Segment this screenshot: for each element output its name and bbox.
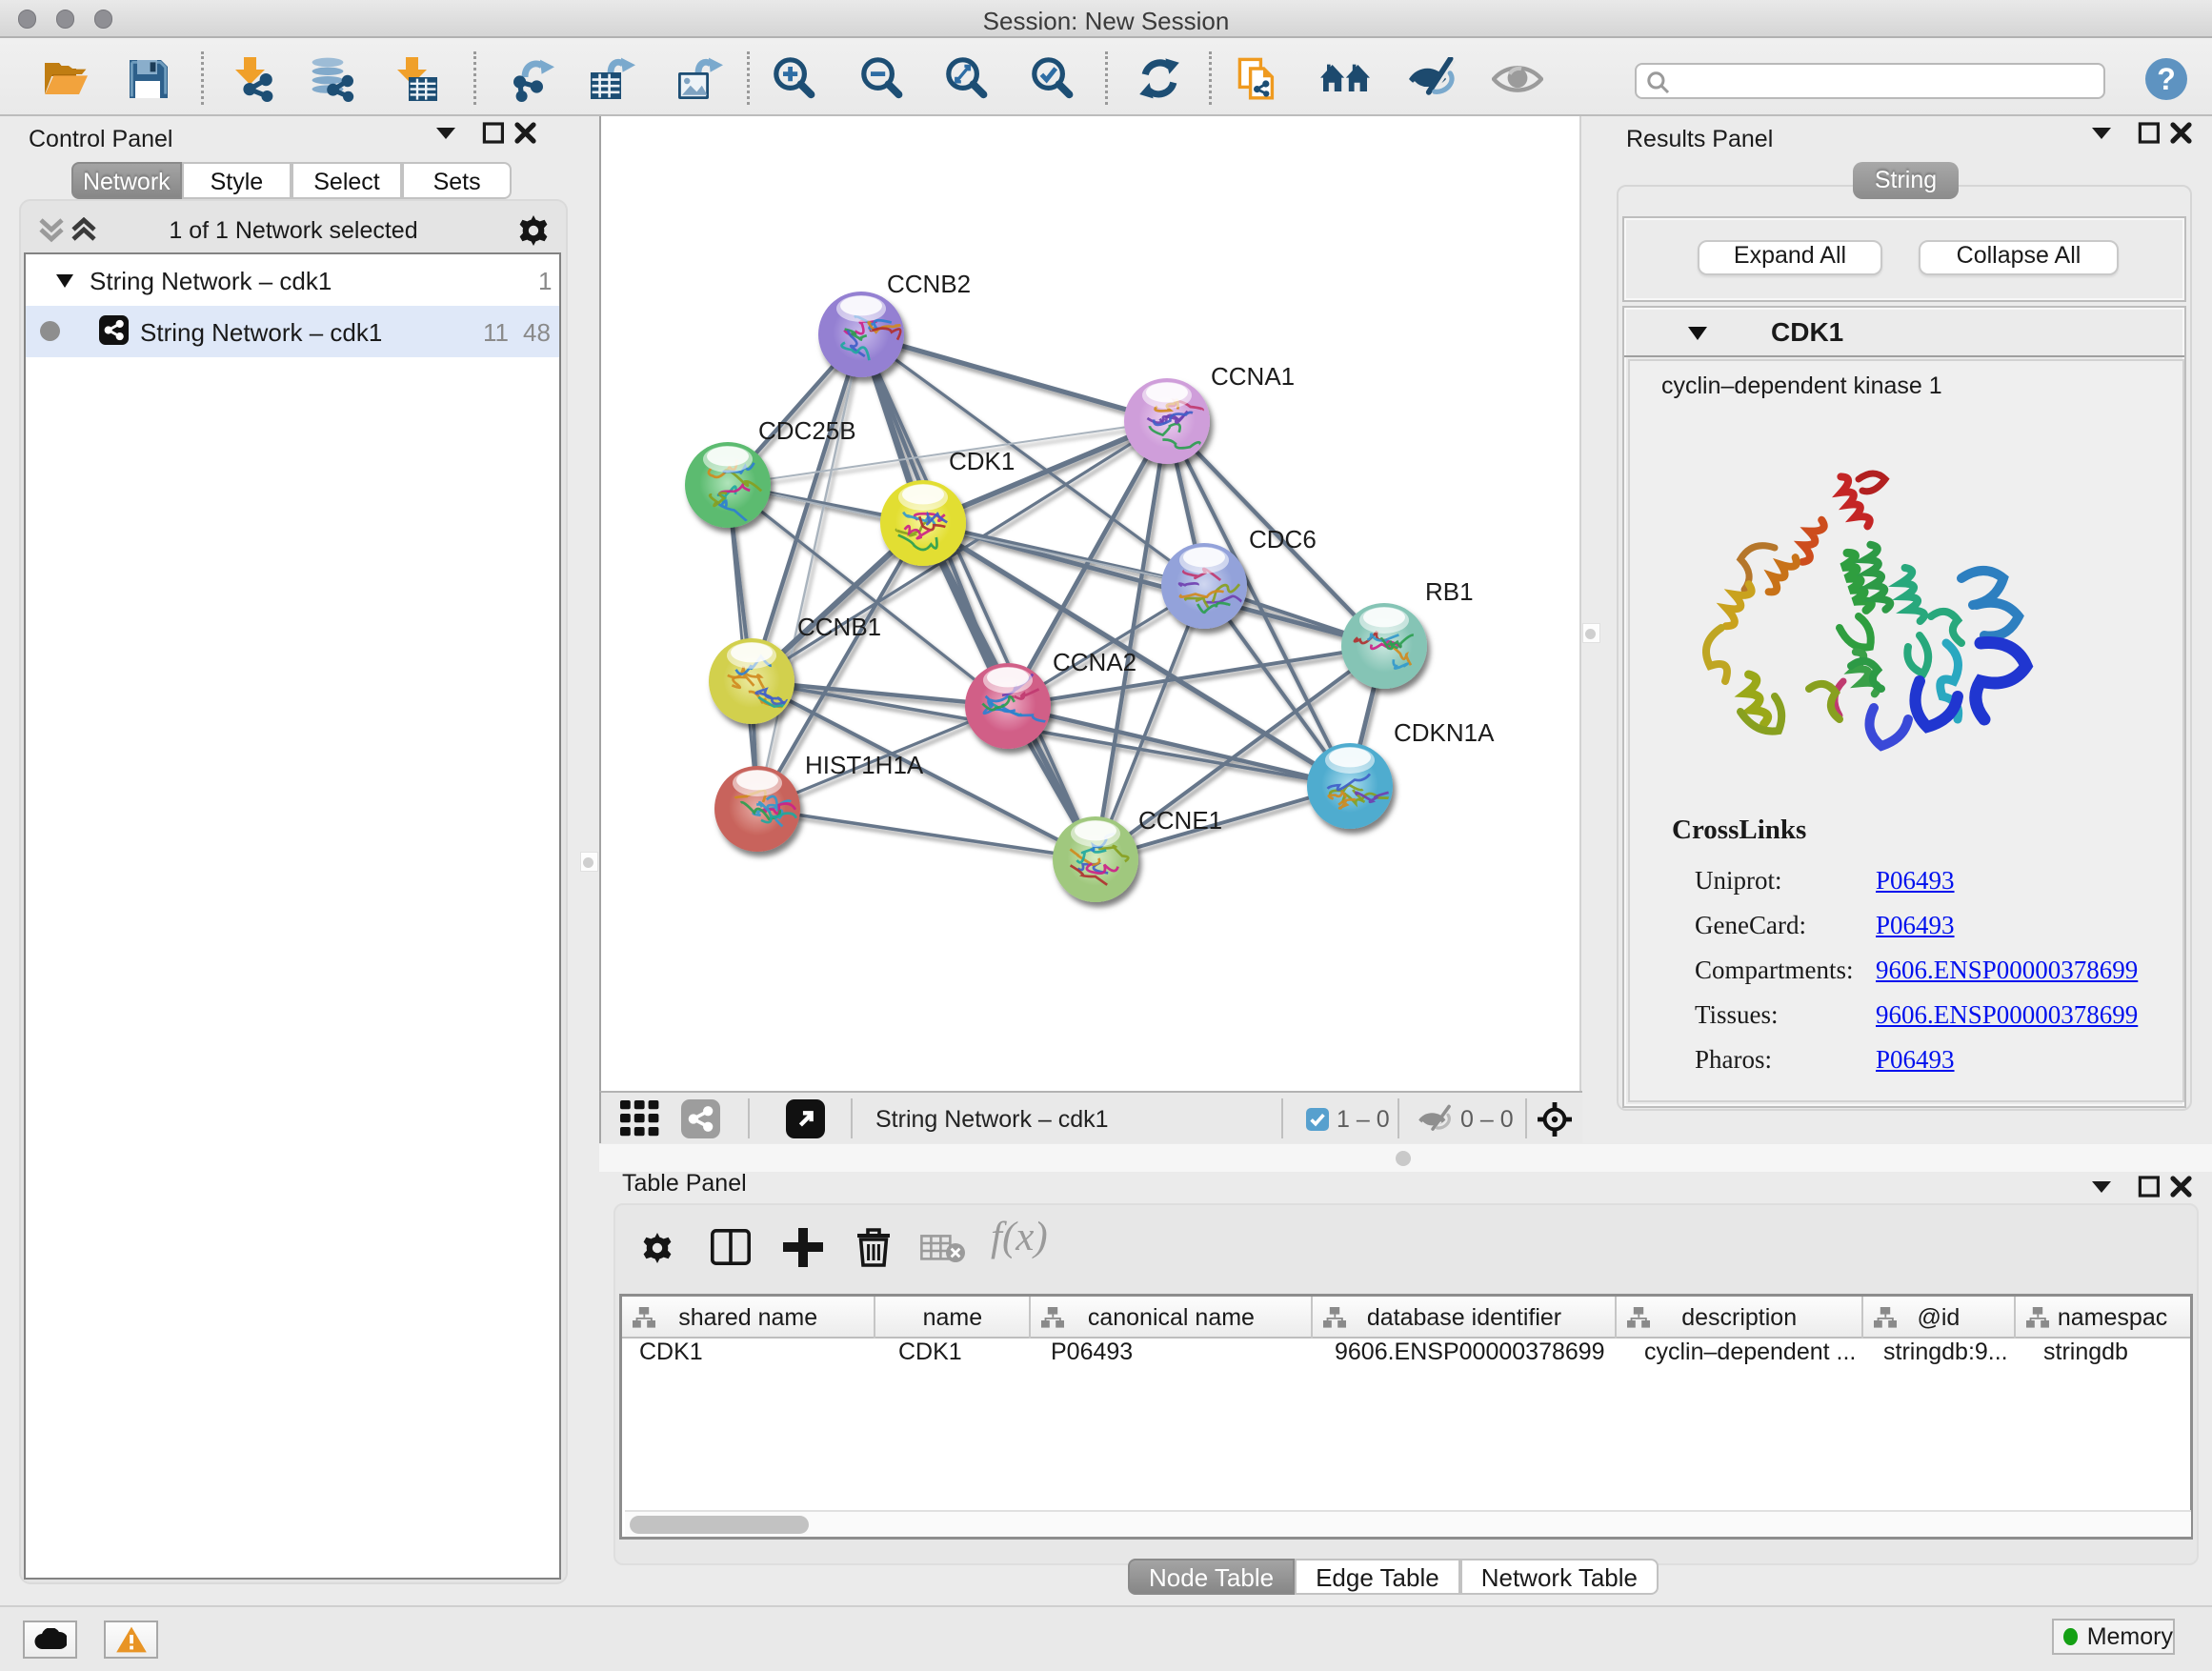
svg-text:CCNA2: CCNA2 <box>1053 648 1136 676</box>
svg-text:HIST1H1A: HIST1H1A <box>805 751 924 779</box>
svg-text:CCNE1: CCNE1 <box>1138 806 1222 835</box>
svg-text:CDC6: CDC6 <box>1249 525 1317 554</box>
svg-text:CCNA1: CCNA1 <box>1211 362 1295 391</box>
svg-text:CDK1: CDK1 <box>949 447 1015 475</box>
svg-text:CCNB1: CCNB1 <box>797 613 881 641</box>
svg-text:CDC25B: CDC25B <box>758 416 856 445</box>
svg-text:CCNB2: CCNB2 <box>887 270 971 298</box>
svg-text:RB1: RB1 <box>1425 577 1474 606</box>
svg-text:CDKN1A: CDKN1A <box>1394 718 1495 747</box>
svg-text:?: ? <box>2157 62 2176 96</box>
